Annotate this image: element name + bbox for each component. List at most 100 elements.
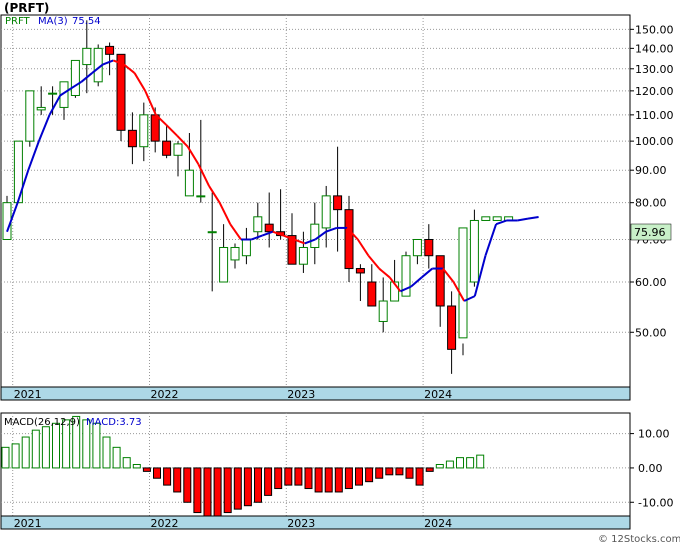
- macd-bar-negative: [314, 467, 323, 493]
- macd-x-label: 2023: [287, 517, 315, 530]
- macd-bar-negative: [203, 467, 212, 517]
- price-tick-label: 90.00: [635, 164, 667, 177]
- macd-bar-negative: [375, 467, 384, 479]
- macd-bar-positive: [11, 443, 20, 469]
- macd-bar-negative: [173, 467, 182, 493]
- price-tick-label: 120.00: [635, 85, 674, 98]
- candle-body-down: [105, 45, 115, 55]
- macd-bar-positive: [466, 457, 475, 469]
- price-tick-label: 100.00: [635, 135, 674, 148]
- macd-bar-negative: [304, 467, 313, 490]
- candle-body-down: [424, 238, 434, 257]
- candle: [25, 90, 35, 147]
- macd-bar-negative: [243, 467, 252, 507]
- macd-bar-negative: [324, 467, 333, 493]
- candle-body-up: [298, 246, 308, 265]
- candle-body-up: [412, 238, 422, 257]
- candle-body-up: [492, 216, 502, 221]
- candle-body-up: [230, 246, 240, 261]
- macd-tick-label: -10.00: [638, 496, 673, 509]
- macd-x-label: 2024: [424, 517, 452, 530]
- price-tick-label: 80.00: [635, 197, 667, 210]
- chart-title: (PRFT): [4, 1, 49, 15]
- macd-legend-label: MACD(26,12,9): [4, 417, 80, 428]
- macd-x-label: 2022: [151, 517, 179, 530]
- candle: [70, 59, 80, 98]
- chart-canvas: (PRFT) 150.00 140.00 130.00 120.00 110.00 100…: [0, 1, 680, 545]
- macd-bar-positive: [31, 429, 40, 469]
- macd-bar-negative: [395, 467, 404, 476]
- candle-body-up: [458, 227, 468, 339]
- candle-body-up: [184, 169, 194, 197]
- candle-body-up: [253, 216, 263, 233]
- price-x-axis-band: [0, 386, 631, 401]
- macd-x-label: 2021: [14, 517, 42, 530]
- candle-body-up: [241, 238, 251, 257]
- candle-body-up: [378, 300, 388, 322]
- price-tick-label: 150.00: [635, 23, 674, 36]
- candle-body-up: [481, 216, 491, 221]
- price-y-axis: 150.00 140.00 130.00 120.00 110.00 100.00 90.0…: [630, 23, 674, 339]
- price-tick-label: 60.00: [635, 276, 667, 289]
- macd-bar-negative: [385, 467, 394, 476]
- candle-body-up: [139, 114, 149, 148]
- candle-body-up: [310, 223, 320, 248]
- candle-body-up: [36, 106, 46, 111]
- legend-ma-value: 75.54: [72, 16, 101, 27]
- candle-body-down: [150, 114, 160, 142]
- macd-bar-positive: [132, 464, 141, 469]
- candle-body-down: [355, 268, 365, 274]
- macd-bar-negative: [233, 467, 242, 510]
- macd-y-axis: 10.00 0.00 -10.00: [630, 428, 673, 509]
- macd-bar-positive: [456, 457, 464, 469]
- candle-body-up: [25, 90, 35, 142]
- macd-tick-label: 0.00: [638, 462, 663, 475]
- macd-bar-positive: [476, 454, 485, 469]
- watermark: © 12Stocks.com: [598, 534, 680, 545]
- macd-bar-positive: [445, 460, 454, 469]
- candle-body-up: [207, 231, 217, 234]
- candle-body-down: [435, 255, 445, 307]
- macd-bar-negative: [254, 467, 262, 503]
- macd-bar-negative: [284, 467, 293, 486]
- candle-body-up: [321, 195, 331, 229]
- macd-bar-negative: [365, 467, 374, 483]
- candle: [2, 195, 12, 240]
- candle-body-down: [264, 223, 274, 233]
- candle-body-up: [469, 219, 479, 283]
- macd-bar-negative: [274, 467, 283, 490]
- price-x-label: 2021: [14, 388, 42, 401]
- macd-bar-positive: [52, 422, 60, 469]
- candle: [481, 216, 491, 221]
- candle-body-up: [48, 92, 58, 95]
- macd-bar-negative: [294, 467, 303, 486]
- price-tick-label: 130.00: [635, 63, 674, 76]
- macd-bar-positive: [41, 426, 50, 469]
- candle-body-down: [344, 209, 354, 270]
- legend-ticker: PRFT: [5, 16, 31, 27]
- macd-bar-negative: [223, 467, 232, 514]
- macd-bar-negative: [142, 467, 151, 472]
- macd-bar-negative: [213, 467, 222, 517]
- candle-body-down: [447, 305, 457, 350]
- macd-bar-positive: [112, 446, 121, 469]
- candle-body-down: [367, 281, 377, 307]
- macd-bar-negative: [183, 467, 192, 503]
- price-tick-label: 140.00: [635, 42, 674, 55]
- macd-bar-negative: [344, 467, 353, 490]
- price-x-label: 2024: [424, 388, 452, 401]
- macd-bar-negative: [355, 467, 363, 486]
- candle-body-down: [333, 195, 343, 211]
- candle-body-up: [2, 202, 12, 240]
- candle: [116, 53, 126, 142]
- candle: [492, 216, 502, 221]
- macd-x-axis-band: [0, 515, 631, 530]
- macd-bar-negative: [334, 467, 343, 493]
- candle: [469, 209, 479, 287]
- macd-bar-negative: [425, 467, 434, 472]
- last-price-label: 75.96: [634, 226, 666, 239]
- macd-bar-positive: [92, 422, 101, 469]
- legend-ma-label: MA(3): [38, 16, 68, 27]
- price-x-label: 2023: [287, 388, 315, 401]
- macd-bar-positive: [1, 446, 10, 469]
